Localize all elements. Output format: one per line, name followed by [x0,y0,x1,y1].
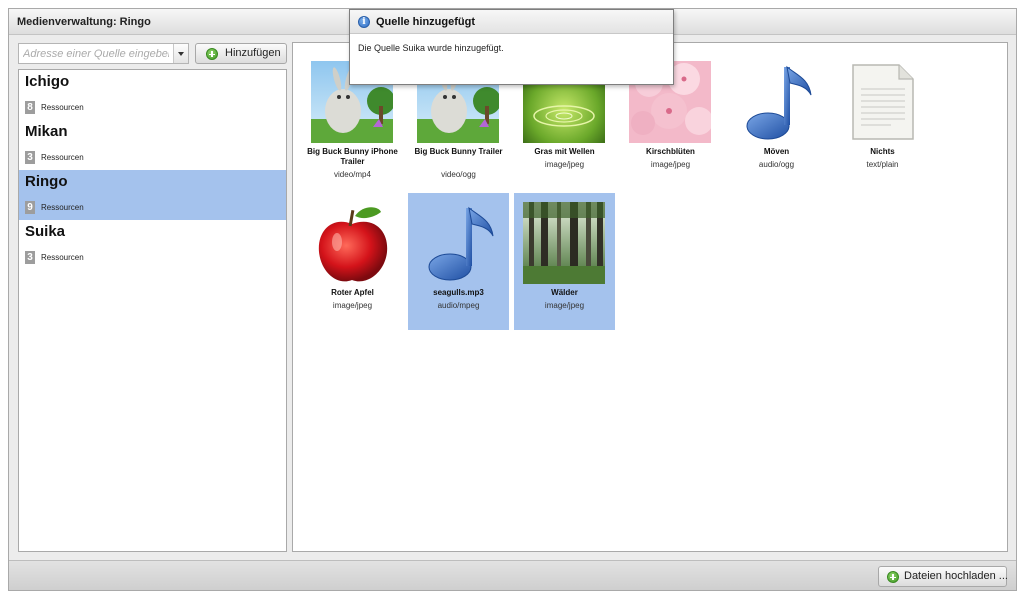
upload-files-label: Dateien hochladen ... [904,570,1008,582]
window-title: Medienverwaltung: Ringo [17,16,151,28]
resource-count-label: Ressourcen [41,103,84,112]
resource-count-label: Ressourcen [41,253,84,262]
media-type: audio/mpeg [437,301,480,310]
media-name: Wälder [551,288,578,297]
media-type: video/ogg [441,170,476,179]
media-type: image/jpeg [544,160,585,169]
source-address-input[interactable] [19,44,173,63]
source-item-mikan[interactable]: Mikan 3 Ressourcen [19,120,286,170]
notification-message: Die Quelle Suika wurde hinzugefügt. [358,43,504,53]
resource-count-badge: 9 [25,201,35,214]
media-type: video/mp4 [334,170,371,179]
media-tile[interactable]: Möven audio/ogg [726,52,827,189]
media-type: image/jpeg [544,301,585,310]
upload-files-button[interactable]: Dateien hochladen ... [878,566,1008,587]
media-grid: Big Buck Bunny iPhone Trailer video/mp4 [292,42,1008,552]
add-source-label: Hinzufügen [225,47,281,59]
media-type: image/jpeg [650,160,691,169]
media-name: Big Buck Bunny Trailer [414,147,503,156]
add-icon [206,48,218,60]
media-name: Möven [763,147,790,156]
notification-title: Quelle hinzugefügt [376,16,475,28]
media-name: Gras mit Wellen [534,147,595,156]
footer-bar: Dateien hochladen ... [9,560,1016,590]
resource-count-badge: 3 [25,151,35,164]
media-type: text/plain [866,160,899,169]
source-item-ringo[interactable]: Ringo 9 Ressourcen [19,170,286,220]
resource-count-label: Ressourcen [41,203,84,212]
media-tile[interactable]: Wälder image/jpeg [514,193,615,330]
source-item-suika[interactable]: Suika 3 Ressourcen [19,220,286,270]
media-type: audio/ogg [758,160,795,169]
apple-thumbnail [311,202,393,284]
source-name: Ichigo [25,73,70,90]
media-name: Big Buck Bunny iPhone Trailer [307,147,398,166]
media-tile[interactable]: seagulls.mp3 audio/mpeg [408,193,509,330]
source-name: Mikan [25,123,68,140]
source-address-combobox[interactable] [18,43,189,64]
source-item-ichigo[interactable]: Ichigo 8 Ressourcen [19,70,286,120]
notification-header: i Quelle hinzugefügt [350,10,673,34]
music-note-icon [735,61,817,143]
music-note-icon [417,202,499,284]
media-name: Kirschblüten [646,147,695,156]
info-icon: i [358,16,370,28]
media-tile[interactable]: Nichts text/plain [832,52,933,189]
resource-count-badge: 8 [25,101,35,114]
media-name: Roter Apfel [331,288,374,297]
media-name: seagulls.mp3 [433,288,484,297]
resource-count-badge: 3 [25,251,35,264]
media-tile[interactable]: Roter Apfel image/jpeg [302,193,403,330]
media-name: Nichts [870,147,895,156]
source-list: Ichigo 8 Ressourcen Mikan 3 Ressourcen R… [18,69,287,552]
forest-thumbnail [523,202,605,284]
source-name: Ringo [25,173,68,190]
chevron-down-icon[interactable] [173,44,188,63]
media-manager-window: Medienverwaltung: Ringo Hinzufügen Ichig… [8,8,1017,591]
resource-count-label: Ressourcen [41,153,84,162]
media-type: image/jpeg [332,301,373,310]
notification-popup: i Quelle hinzugefügt Die Quelle Suika wu… [349,9,674,85]
add-icon [887,571,899,583]
source-name: Suika [25,223,66,240]
document-icon [841,61,923,143]
add-source-button[interactable]: Hinzufügen [195,43,287,64]
